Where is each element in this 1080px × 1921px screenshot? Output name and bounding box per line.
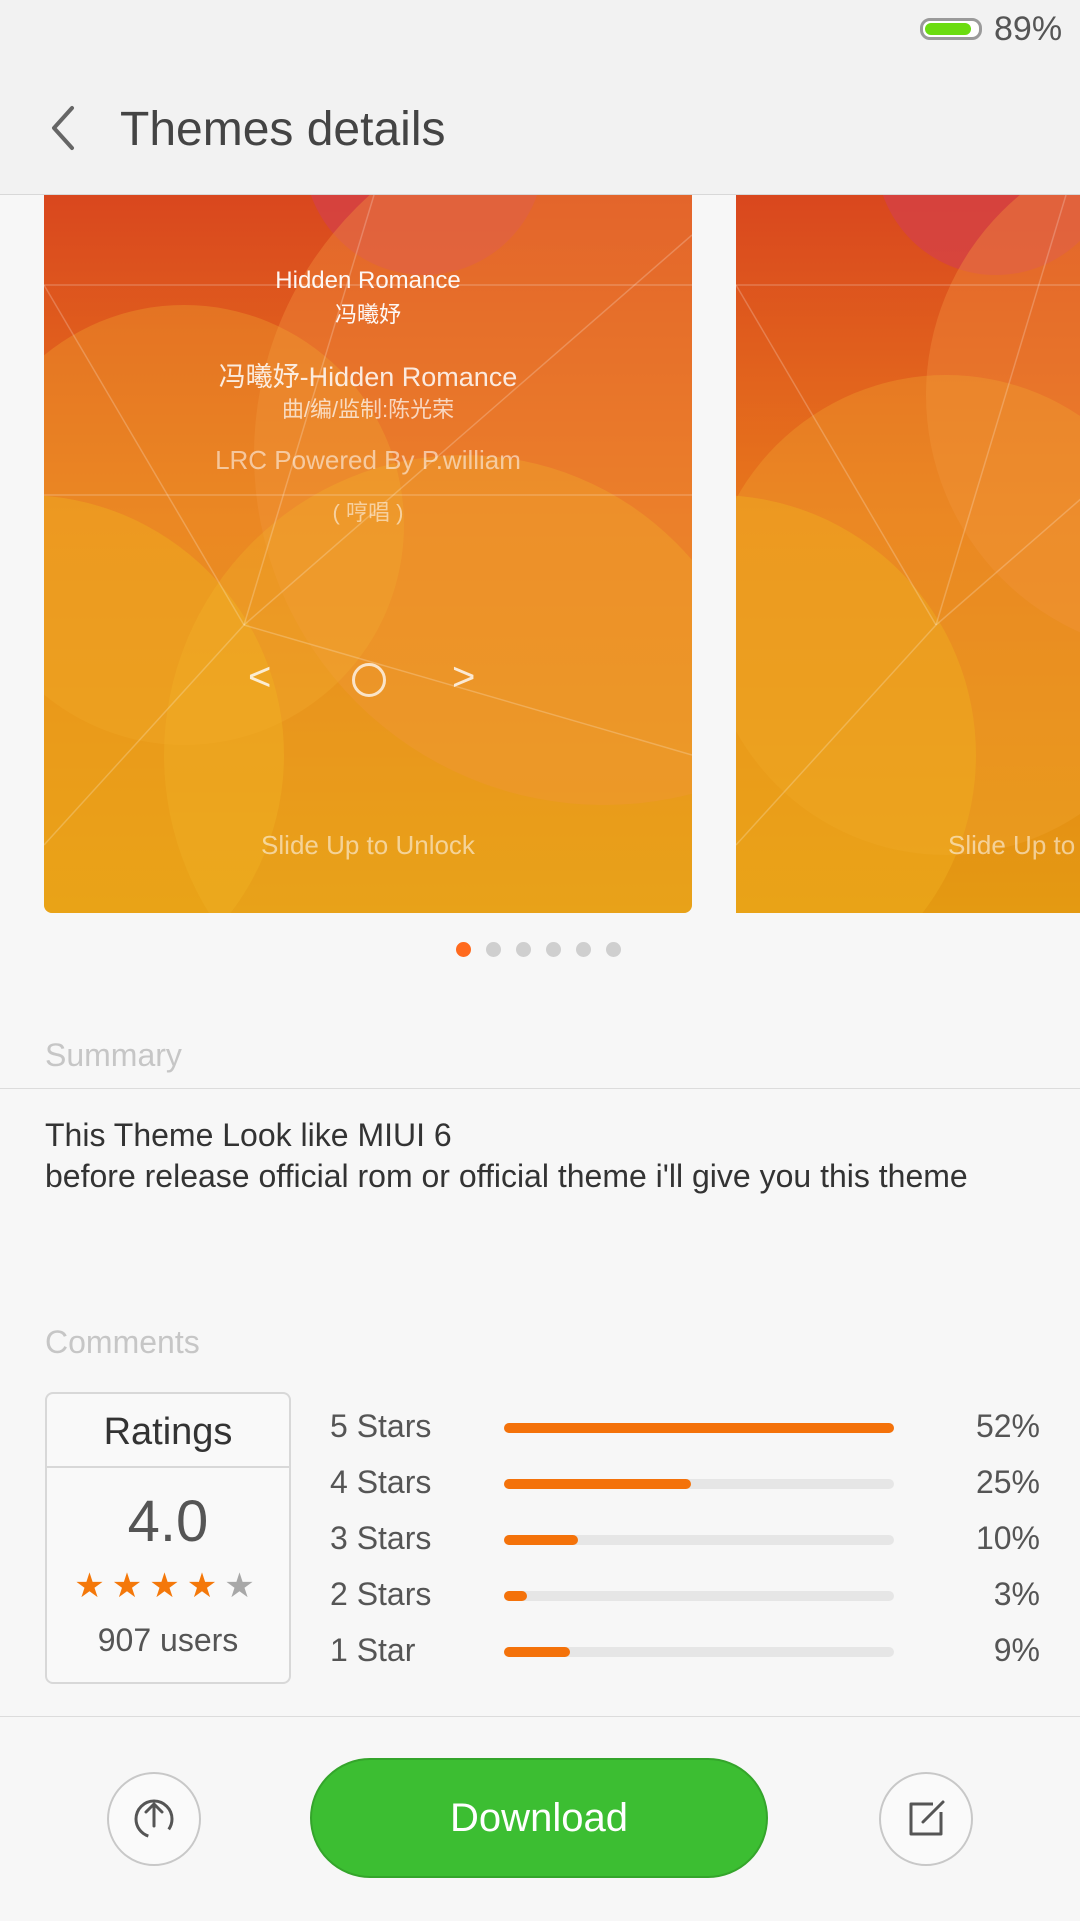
download-button[interactable]: Download xyxy=(310,1758,768,1878)
next-track-icon: > xyxy=(452,655,476,699)
rating-bar-percent: 25% xyxy=(975,1464,1040,1500)
ratings-title: Ratings xyxy=(47,1394,289,1468)
rating-bar-row: 1 Star 9% xyxy=(330,1632,1040,1672)
app-header: Themes details xyxy=(0,62,1080,195)
rating-bar-row: 2 Stars 3% xyxy=(330,1576,1040,1616)
rating-bar-track xyxy=(504,1479,894,1489)
star-icon: ★ xyxy=(111,1567,150,1605)
wallpaper-image xyxy=(736,195,1080,913)
rating-bar-label: 3 Stars xyxy=(330,1520,432,1556)
rating-bar-fill xyxy=(504,1479,691,1489)
rating-bar-track xyxy=(504,1647,894,1657)
battery-level xyxy=(925,23,971,35)
page-dot xyxy=(606,942,621,957)
summary-line: before release official rom or official … xyxy=(45,1158,968,1194)
rating-bar-percent: 52% xyxy=(975,1408,1040,1444)
unlock-hint: Slide Up to xyxy=(948,830,1076,860)
theme-preview-gallery[interactable]: Hidden Romance 冯曦妤 冯曦妤-Hidden Romance 曲/… xyxy=(0,195,1080,913)
rating-bar-track xyxy=(504,1423,894,1433)
edit-button[interactable] xyxy=(879,1772,973,1866)
preview-slide[interactable]: Slide Up to xyxy=(736,195,1080,913)
song-title: Hidden Romance xyxy=(275,267,461,294)
rating-bar-label: 1 Star xyxy=(330,1632,416,1668)
lyric-credit: LRC Powered By P.william xyxy=(215,445,521,475)
summary-text: This Theme Look like MIUI 6 before relea… xyxy=(45,1115,1045,1197)
page-title: Themes details xyxy=(120,103,446,156)
previous-track-icon: < xyxy=(248,655,272,699)
unlock-hint: Slide Up to Unlock xyxy=(261,830,475,860)
rating-bar-label: 4 Stars xyxy=(330,1464,432,1500)
average-rating: 4.0 xyxy=(127,1489,209,1554)
star-icon: ★ xyxy=(149,1567,187,1605)
rating-bar-row: 3 Stars 10% xyxy=(330,1520,1040,1560)
status-bar: 89% xyxy=(0,0,1080,62)
rating-count: 907 users xyxy=(97,1622,239,1658)
page-dot xyxy=(516,942,531,957)
comments-heading: Comments xyxy=(45,1324,200,1360)
page-dot xyxy=(546,942,561,957)
battery-icon xyxy=(920,18,982,40)
play-icon xyxy=(352,663,386,697)
rating-bar-label: 2 Stars xyxy=(330,1576,432,1612)
star-icon: ★ xyxy=(74,1567,112,1605)
rating-bar-percent: 9% xyxy=(993,1632,1040,1668)
divider xyxy=(0,1088,1080,1089)
summary-heading: Summary xyxy=(45,1037,182,1073)
lyric-line: ( 哼唱 ) xyxy=(332,500,404,525)
page-dot xyxy=(576,942,591,957)
page-dot xyxy=(486,942,501,957)
rating-bar-track xyxy=(504,1591,894,1601)
rating-bar-percent: 3% xyxy=(993,1576,1040,1612)
page-dot xyxy=(456,942,471,957)
rating-bar-percent: 10% xyxy=(975,1520,1040,1556)
chevron-left-icon xyxy=(52,106,74,150)
edit-icon xyxy=(909,1800,945,1836)
share-upload-icon xyxy=(134,1799,174,1839)
rating-bar-label: 5 Stars xyxy=(330,1408,432,1444)
star-icon: ★ xyxy=(186,1567,225,1605)
lyric-line: 冯曦妤-Hidden Romance xyxy=(218,362,518,392)
rating-bar-fill xyxy=(504,1591,527,1601)
rating-bar-row: 5 Stars 52% xyxy=(330,1408,1040,1448)
ratings-summary: Ratings 4.0 ★★★★★ 907 users xyxy=(45,1392,291,1684)
lyric-line: 曲/编/监制:陈光荣 xyxy=(281,397,455,422)
music-controls: < > xyxy=(44,655,692,715)
summary-line: This Theme Look like MIUI 6 xyxy=(45,1117,452,1153)
star-rating: ★★★★★ xyxy=(47,1566,289,1606)
rating-bar-row: 4 Stars 25% xyxy=(330,1464,1040,1504)
rating-bar-track xyxy=(504,1535,894,1545)
rating-bar-fill xyxy=(504,1647,570,1657)
rating-bar-fill xyxy=(504,1423,894,1433)
battery-percent: 89% xyxy=(994,10,1063,48)
share-button[interactable] xyxy=(107,1772,201,1866)
rating-bar-fill xyxy=(504,1535,578,1545)
song-artist: 冯曦妤 xyxy=(334,302,401,327)
preview-slide[interactable]: Hidden Romance 冯曦妤 冯曦妤-Hidden Romance 曲/… xyxy=(44,195,692,913)
back-button[interactable] xyxy=(40,98,92,158)
star-icon: ★ xyxy=(224,1567,262,1605)
